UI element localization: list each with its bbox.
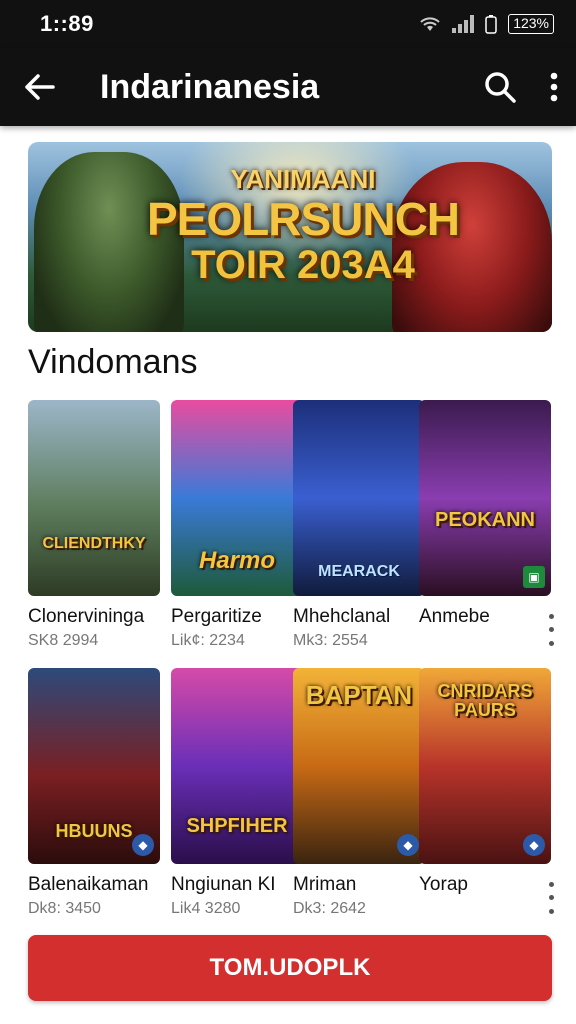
card-title: Yorap (419, 874, 468, 895)
page-title: Indarinanesia (100, 67, 320, 106)
banner-text: YANIMAANI PEOLRSUNCH TOIR 203A4 (138, 164, 468, 287)
content-card[interactable]: MEARACK Mhehclanal Mk3: 2554 (293, 400, 425, 650)
card-title: Mhehclanal (293, 606, 391, 627)
card-thumbnail[interactable]: HBUUNS ◆ (28, 668, 160, 864)
status-icons: 123% (418, 14, 554, 34)
content-card[interactable]: BAPTAN ◆ Mriman Dk3: 2642 (293, 668, 425, 918)
content-card[interactable]: SHPFIHER Nngiunan KI Lik4 3280 (171, 668, 303, 918)
card-title: Pergaritize (171, 606, 262, 627)
primary-action-button[interactable]: TOM.UDOPLK (28, 935, 552, 1001)
card-title: Anmebe (419, 606, 490, 627)
card-title: Clonervininga (28, 606, 145, 627)
banner-line-1: YANIMAANI (230, 164, 376, 194)
battery-small-icon (485, 15, 497, 34)
back-arrow-icon[interactable] (22, 69, 58, 105)
more-vert-icon[interactable] (550, 72, 558, 102)
card-thumbnail[interactable]: SHPFIHER (171, 668, 303, 864)
appbar-actions (484, 71, 558, 103)
card-more-icon[interactable] (541, 610, 561, 650)
signal-icon (452, 15, 475, 33)
card-title: Nngiunan KI (171, 874, 276, 895)
card-meta: Mk3: 2554 (293, 632, 368, 649)
card-thumbnail[interactable]: MEARACK (293, 400, 425, 596)
content-card[interactable]: CLIENDTHKY Clonervininga SK8 2994 (28, 400, 160, 650)
card-meta: Lik¢: 2234 (171, 632, 245, 649)
card-thumbnail[interactable]: PEOKANN ▣ (419, 400, 551, 596)
card-art-title: PEOKANN (434, 509, 535, 531)
card-art-title: CLIENDTHKY (42, 535, 146, 552)
card-art-title: MEARACK (318, 563, 400, 580)
card-meta: SK8 2994 (28, 632, 99, 649)
card-meta: Lik4 3280 (171, 900, 241, 917)
badge-icon: ◆ (523, 834, 545, 856)
card-meta: Dk8: 3450 (28, 900, 101, 917)
card-art-title: CNRIDARS PAURS (437, 681, 533, 720)
banner-line-3: TOIR 203A4 (191, 243, 415, 288)
featured-banner[interactable]: YANIMAANI PEOLRSUNCH TOIR 203A4 (28, 142, 552, 332)
badge-icon: ◆ (397, 834, 419, 856)
app-bar: Indarinanesia (0, 48, 576, 126)
card-art-title: BAPTAN (305, 680, 413, 710)
status-time: 1::89 (40, 11, 94, 36)
status-bar: 1::89 123% (0, 0, 576, 48)
content-card[interactable]: CNRIDARS PAURS ◆ Yorap (419, 668, 554, 914)
card-art-title: SHPFIHER (186, 815, 288, 837)
card-art-title: Harmo (198, 547, 276, 574)
card-thumbnail[interactable]: CLIENDTHKY (28, 400, 160, 596)
card-thumbnail[interactable]: BAPTAN ◆ (293, 668, 425, 864)
card-title: Mriman (293, 874, 357, 895)
content-card[interactable]: HBUUNS ◆ Balenaikaman Dk8: 3450 (28, 668, 160, 918)
battery-level: 123% (508, 14, 554, 34)
card-thumbnail[interactable]: Harmo (171, 400, 303, 596)
card-meta: Dk3: 2642 (293, 900, 366, 917)
badge-icon: ▣ (523, 566, 545, 588)
badge-icon: ◆ (132, 834, 154, 856)
content-card[interactable]: PEOKANN ▣ Anmebe (419, 400, 554, 646)
card-more-icon[interactable] (541, 878, 561, 918)
search-icon[interactable] (484, 71, 516, 103)
section-title: Vindomans (28, 343, 198, 381)
wifi-icon (420, 17, 440, 31)
banner-line-2: PEOLRSUNCH (146, 193, 460, 245)
card-thumbnail[interactable]: CNRIDARS PAURS ◆ (419, 668, 551, 864)
content-card[interactable]: Harmo Pergaritize Lik¢: 2234 (171, 400, 303, 650)
card-title: Balenaikaman (28, 874, 149, 895)
